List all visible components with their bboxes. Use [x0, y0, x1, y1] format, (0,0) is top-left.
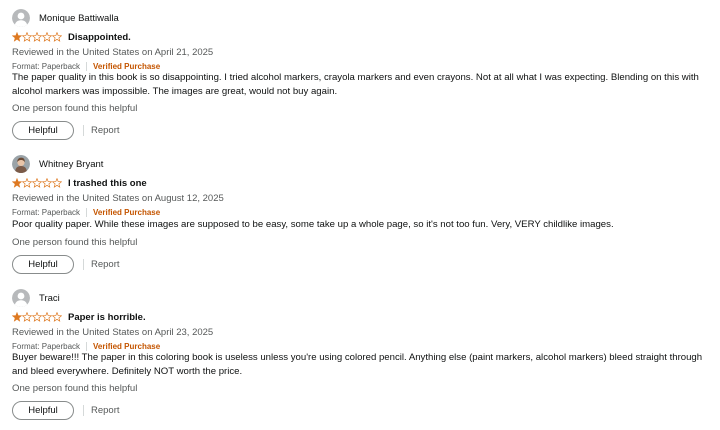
review-actions: Helpful Report — [12, 400, 120, 420]
review-meta: Format: Paperback Verified Purchase — [12, 62, 160, 71]
divider — [86, 208, 88, 217]
star-empty-icon — [21, 32, 33, 42]
star-empty-icon — [41, 32, 53, 42]
divider — [83, 404, 84, 416]
report-link[interactable]: Report — [91, 259, 120, 270]
review-date: Reviewed in the United States on April 2… — [12, 47, 214, 58]
divider — [83, 258, 84, 270]
rating-row: I trashed this one — [12, 177, 147, 189]
default-avatar-icon — [12, 289, 30, 307]
helpful-count: One person found this helpful — [12, 383, 138, 394]
star-rating[interactable] — [12, 312, 62, 322]
star-empty-icon — [31, 178, 43, 188]
divider — [86, 342, 88, 351]
star-empty-icon — [51, 32, 62, 42]
divider — [83, 124, 84, 136]
star-empty-icon — [31, 312, 43, 322]
rating-row: Disappointed. — [12, 31, 131, 43]
star-empty-icon — [51, 312, 62, 322]
review-body: Poor quality paper. While these images a… — [12, 219, 614, 230]
verified-purchase-badge: Verified Purchase — [93, 62, 161, 71]
helpful-count: One person found this helpful — [12, 237, 138, 248]
star-rating[interactable] — [12, 178, 62, 188]
report-link[interactable]: Report — [91, 125, 120, 136]
review-body: Buyer beware!!! The paper in this colori… — [12, 352, 703, 377]
default-avatar-icon — [12, 9, 30, 27]
format-label[interactable]: Format: Paperback — [12, 342, 80, 351]
star-empty-icon — [51, 178, 62, 188]
helpful-count: One person found this helpful — [12, 103, 138, 114]
star-filled-icon — [12, 178, 23, 188]
star-empty-icon — [31, 32, 43, 42]
divider — [86, 62, 88, 71]
review-meta: Format: Paperback Verified Purchase — [12, 208, 160, 217]
review-title[interactable]: I trashed this one — [68, 178, 147, 189]
star-empty-icon — [41, 312, 53, 322]
format-label[interactable]: Format: Paperback — [12, 208, 80, 217]
star-rating[interactable] — [12, 32, 62, 42]
reviewer-name[interactable]: Traci — [39, 293, 60, 304]
reviewer-name[interactable]: Whitney Bryant — [39, 159, 103, 170]
reviewer-profile[interactable]: Whitney Bryant — [12, 155, 103, 173]
review-date: Reviewed in the United States on April 2… — [12, 327, 214, 338]
verified-purchase-badge: Verified Purchase — [93, 342, 161, 351]
review-actions: Helpful Report — [12, 254, 120, 274]
review-actions: Helpful Report — [12, 120, 120, 140]
star-empty-icon — [21, 178, 33, 188]
star-filled-icon — [12, 32, 23, 42]
helpful-button[interactable]: Helpful — [12, 254, 74, 274]
reviewer-profile[interactable]: Traci — [12, 289, 60, 307]
format-label[interactable]: Format: Paperback — [12, 62, 80, 71]
review-body: The paper quality in this book is so dis… — [12, 72, 699, 97]
review-meta: Format: Paperback Verified Purchase — [12, 342, 160, 351]
photo-avatar-icon — [12, 155, 30, 173]
star-empty-icon — [41, 178, 53, 188]
review-title[interactable]: Disappointed. — [68, 32, 131, 43]
helpful-button[interactable]: Helpful — [12, 400, 74, 420]
review-date: Reviewed in the United States on August … — [12, 193, 224, 204]
helpful-button[interactable]: Helpful — [12, 120, 74, 140]
star-filled-icon — [12, 312, 23, 322]
reviewer-profile[interactable]: Monique Battiwalla — [12, 9, 119, 27]
rating-row: Paper is horrible. — [12, 311, 146, 323]
reviewer-name[interactable]: Monique Battiwalla — [39, 13, 119, 24]
verified-purchase-badge: Verified Purchase — [93, 208, 161, 217]
report-link[interactable]: Report — [91, 405, 120, 416]
review-title[interactable]: Paper is horrible. — [68, 312, 146, 323]
star-empty-icon — [21, 312, 33, 322]
